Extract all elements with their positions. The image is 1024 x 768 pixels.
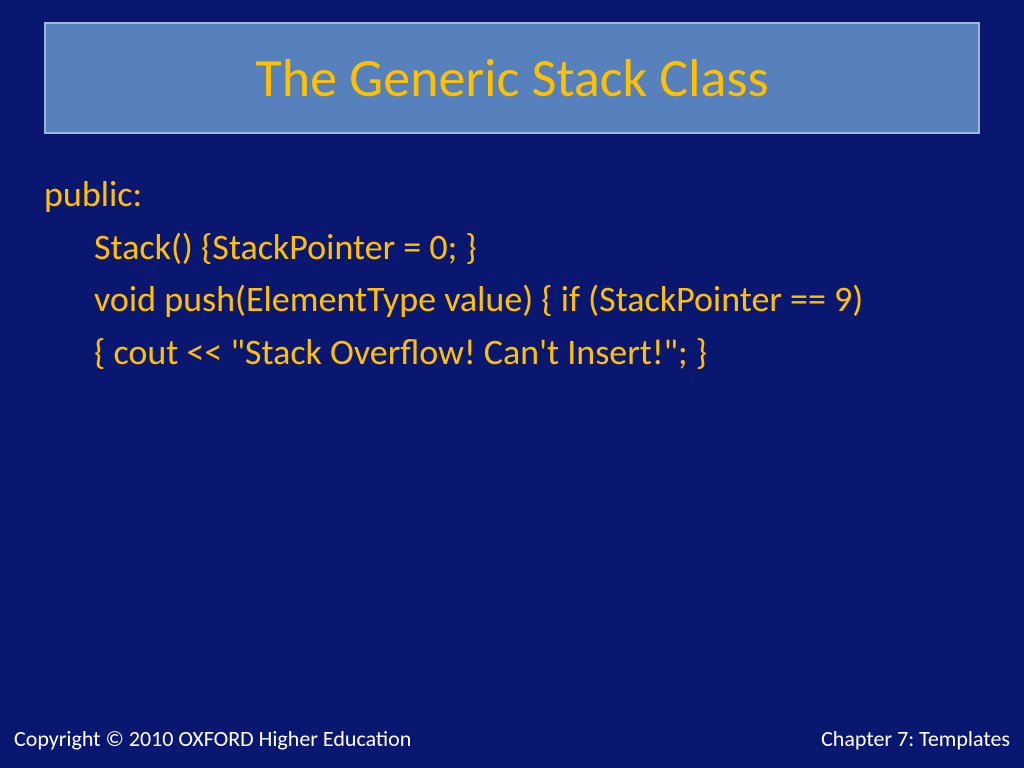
footer-chapter: Chapter 7: Templates [821, 725, 1010, 752]
slide-content: public: Stack() {StackPointer = 0; } voi… [44, 170, 980, 380]
code-line-4: { cout << "Stack Overflow! Can't Insert!… [44, 328, 980, 377]
footer-copyright: Copyright © 2010 OXFORD Higher Education [14, 725, 411, 752]
code-line-3: void push(ElementType value) { if (Stack… [44, 275, 980, 324]
code-line-1: public: [44, 170, 980, 219]
code-line-2: Stack() {StackPointer = 0; } [44, 223, 980, 272]
slide-title-box: The Generic Stack Class [44, 22, 980, 134]
slide-title: The Generic Stack Class [255, 45, 768, 111]
